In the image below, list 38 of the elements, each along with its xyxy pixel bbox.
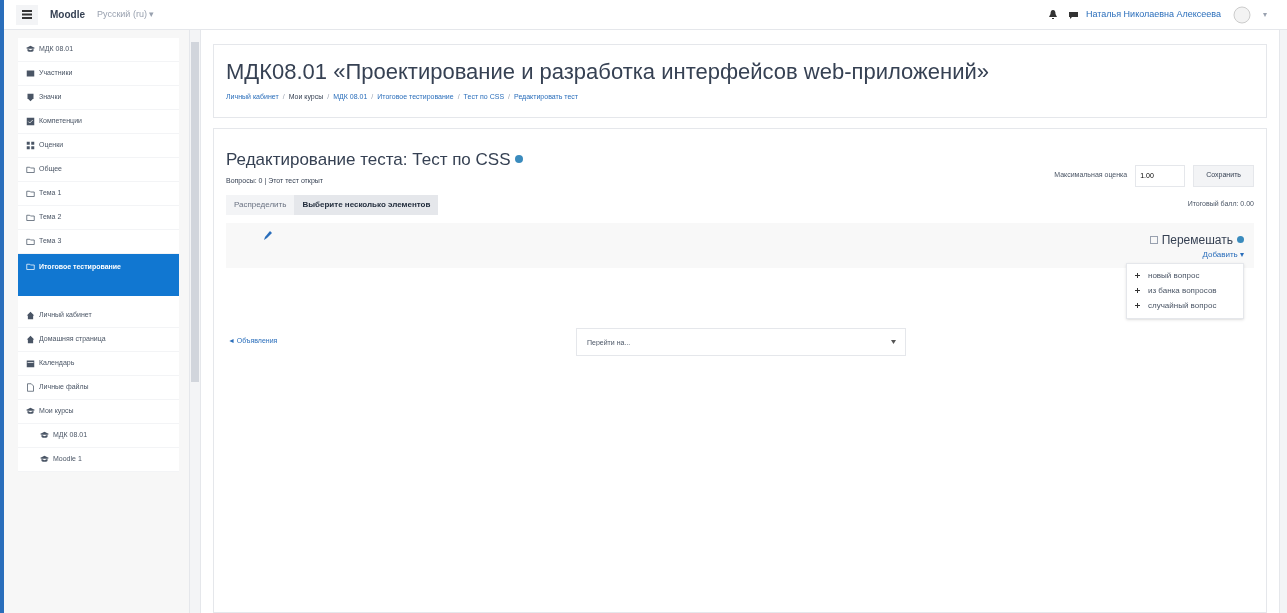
folder-icon <box>26 165 35 174</box>
house-icon <box>26 311 35 320</box>
house-icon <box>26 335 35 344</box>
folder-icon <box>26 262 35 271</box>
bell-icon[interactable] <box>1048 10 1057 19</box>
add-menu-link[interactable]: Добавить ▾ <box>1202 248 1244 261</box>
shuffle-label: Перемешать <box>1161 231 1233 249</box>
sidebar-scrollbar[interactable] <box>189 30 201 613</box>
editor-title: Редактирование теста: Тест по CSS <box>226 148 511 171</box>
shuffle-checkbox[interactable] <box>1149 235 1158 244</box>
graduation-cap-icon <box>26 45 35 54</box>
user-name-link[interactable]: Наталья Николаевна Алексеева <box>1085 7 1221 22</box>
menu-icon[interactable] <box>16 4 38 25</box>
graduation-cap-icon <box>40 431 49 440</box>
folder-icon <box>26 237 35 246</box>
site-name[interactable]: Moodle <box>50 7 85 22</box>
plus-icon <box>1135 273 1140 278</box>
calendar-icon <box>26 359 35 368</box>
folder-icon <box>26 213 35 222</box>
plus-icon <box>1135 303 1140 308</box>
caret-icon <box>891 339 896 344</box>
menu-item[interactable]: новый вопрос <box>1135 269 1235 282</box>
file-icon <box>26 383 35 392</box>
tab[interactable]: Выберите несколько элементов <box>294 194 439 215</box>
plus-icon <box>1135 288 1140 293</box>
tab[interactable]: Распределить <box>226 194 295 215</box>
grid-icon <box>26 141 35 150</box>
checkmark-icon <box>26 117 35 126</box>
course-title: МДК08.01 «Проектирование и разработка интерфейсов web-приложений» <box>226 58 990 86</box>
menu-item[interactable]: из банка вопросов <box>1135 284 1235 297</box>
folder-icon <box>26 189 35 198</box>
graduation-cap-icon <box>40 455 49 464</box>
pencil-icon[interactable] <box>264 230 272 240</box>
chat-icon[interactable] <box>1068 10 1078 19</box>
shield-icon <box>26 93 35 102</box>
graduation-cap-icon <box>26 407 35 416</box>
page-scrollbar[interactable] <box>1279 30 1287 613</box>
menu-item[interactable]: случайный вопрос <box>1135 299 1235 312</box>
